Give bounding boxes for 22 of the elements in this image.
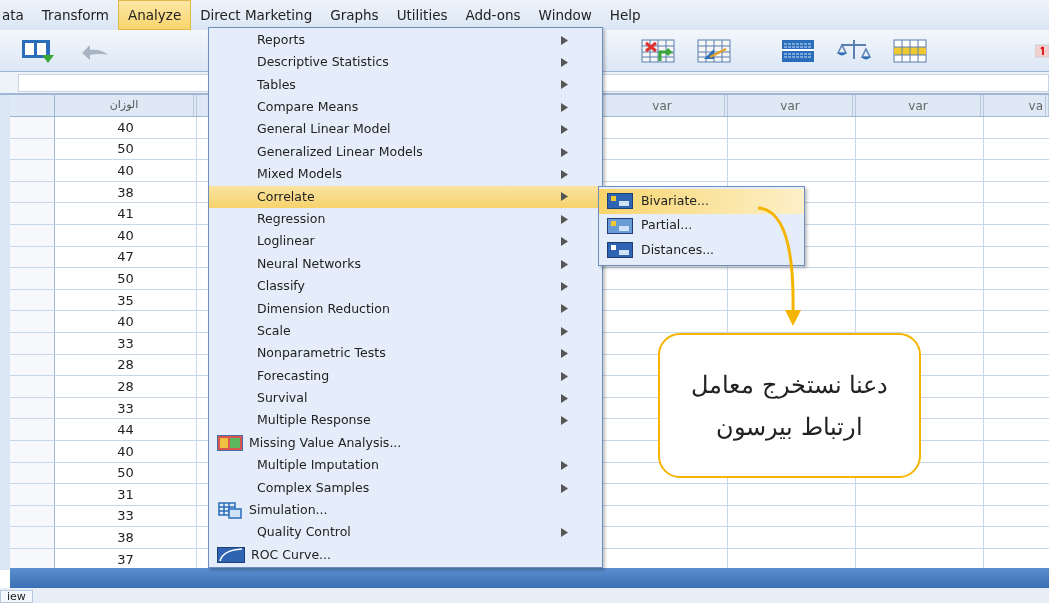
table-cell: 40	[55, 117, 197, 138]
callout-text: ارتباط بيرسون	[716, 411, 863, 442]
table-cell: 50	[55, 268, 197, 289]
table-cell: 35	[55, 289, 197, 311]
table-cell: 40	[55, 311, 197, 332]
table-cell: 40	[55, 224, 197, 246]
table-cell: 40	[55, 440, 197, 462]
table-cell: 47	[55, 246, 197, 268]
callout-text: دعنا نستخرج معامل	[690, 369, 889, 400]
table-cell: 31	[55, 484, 197, 505]
table-cell: 40	[55, 160, 197, 181]
table-cell: 38	[55, 181, 197, 203]
table-cell: 44	[55, 419, 197, 440]
table-cell: 33	[55, 397, 197, 419]
table-cell: 28	[55, 354, 197, 376]
table-cell: 50	[55, 462, 197, 484]
table-cell: 38	[55, 527, 197, 548]
table-cell: 33	[55, 332, 197, 354]
table-cell: 50	[55, 138, 197, 160]
table-cell: 33	[55, 505, 197, 527]
table-cell: 28	[55, 376, 197, 397]
table-cell: 41	[55, 203, 197, 224]
